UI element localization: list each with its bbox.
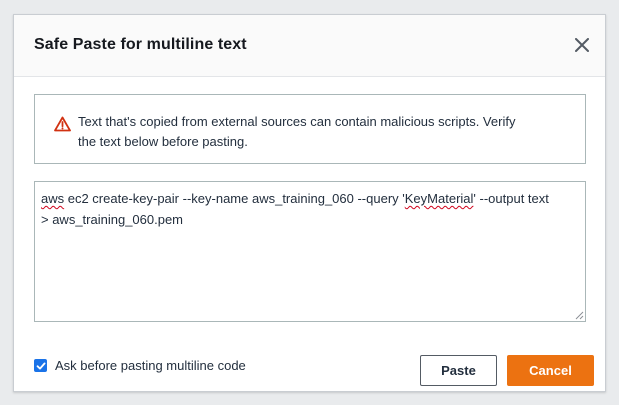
alert-message-line-2: the text below before pasting. bbox=[78, 134, 248, 149]
close-icon bbox=[575, 38, 589, 52]
dialog-header: Safe Paste for multiline text bbox=[14, 15, 605, 77]
command-text: ec2 create-key-pair --key-name aws_train… bbox=[64, 191, 405, 206]
ask-before-paste-checkbox[interactable] bbox=[34, 359, 47, 372]
command-text-line-2: > aws_training_060.pem bbox=[41, 212, 184, 227]
warning-alert: Text that's copied from external sources… bbox=[34, 94, 586, 164]
command-text: ' --output text bbox=[473, 191, 549, 206]
paste-text-area[interactable]: aws ec2 create-key-pair --key-name aws_t… bbox=[34, 181, 586, 322]
close-button[interactable] bbox=[571, 34, 593, 56]
ask-before-paste-option[interactable]: Ask before pasting multiline code bbox=[34, 358, 246, 373]
alert-message-line-1: Text that's copied from external sources… bbox=[78, 114, 516, 129]
checkmark-icon bbox=[36, 362, 45, 369]
paste-button[interactable]: Paste bbox=[420, 355, 497, 386]
paste-text-content[interactable]: aws ec2 create-key-pair --key-name aws_t… bbox=[41, 188, 581, 230]
misspelled-word: KeyMaterial bbox=[404, 191, 474, 206]
checkbox-label: Ask before pasting multiline code bbox=[55, 358, 246, 373]
warning-triangle-icon bbox=[54, 116, 71, 132]
alert-message: Text that's copied from external sources… bbox=[78, 112, 568, 152]
safe-paste-dialog: Safe Paste for multiline text Text that'… bbox=[13, 14, 606, 392]
cancel-button[interactable]: Cancel bbox=[507, 355, 594, 386]
dialog-title: Safe Paste for multiline text bbox=[34, 36, 247, 53]
misspelled-word: aws bbox=[41, 191, 65, 206]
resize-handle-icon[interactable] bbox=[574, 310, 584, 320]
